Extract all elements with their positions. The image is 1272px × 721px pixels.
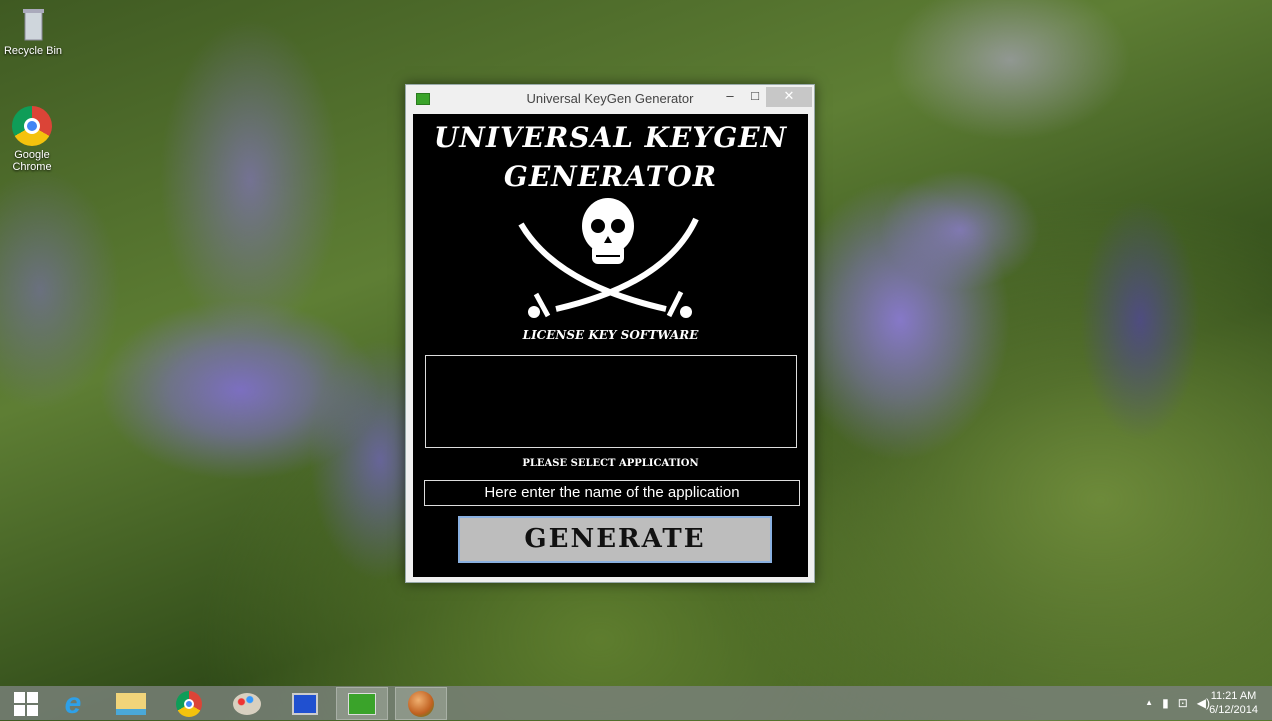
battery-icon[interactable]: ▮ [1162,696,1169,710]
show-hidden-icons-button[interactable]: ▲ [1145,696,1153,710]
windows-icon [14,691,38,716]
application-name-input[interactable]: Here enter the name of the application [424,480,800,506]
title-bar[interactable]: Universal KeyGen Generator – □ ✕ [406,85,814,113]
recycle-bin-icon [15,6,51,42]
window-title: Universal KeyGen Generator [526,91,694,106]
skull-crossed-swords-icon [518,198,699,318]
select-application-label: PLEASE SELECT APPLICATION [522,458,699,469]
clock-time: 11:21 AM [1210,690,1257,702]
key-output-box[interactable] [425,355,797,448]
paint-palette-icon [233,692,261,715]
clock[interactable]: 11:21 AM 6/12/2014 [1209,689,1258,717]
heading-line: UNIVERSAL KEYGEN [433,121,788,154]
app-orb-icon [408,690,434,717]
desktop-icon-chrome[interactable]: Google Chrome [0,106,64,173]
taskbar-keygen[interactable] [336,687,388,720]
desktop-icon-label: Google Chrome [12,149,52,173]
close-button[interactable]: ✕ [766,87,812,107]
keygen-panel: UNIVERSAL KEYGEN GENERATOR LICENSE KEY SO… [413,114,808,577]
remote-desktop-icon [292,692,318,715]
network-icon[interactable]: ⊡ [1178,696,1188,710]
desktop-icon-label: Recycle Bin [3,45,63,57]
start-button[interactable] [0,687,52,720]
subtitle: LICENSE KEY SOFTWARE [522,328,699,342]
folder-icon [116,692,146,715]
desktop-icon-recycle-bin[interactable]: Recycle Bin [1,6,65,57]
minimize-button[interactable]: – [716,87,744,107]
keygen-app-icon [348,692,376,715]
maximize-button[interactable]: □ [741,87,769,107]
volume-icon[interactable]: ◀) [1197,696,1210,710]
taskbar-file-explorer[interactable] [105,687,157,720]
taskbar-chrome[interactable] [163,687,215,720]
internet-explorer-icon: e [64,686,82,720]
keygen-window: Universal KeyGen Generator – □ ✕ UNIVERS… [405,84,815,583]
taskbar-internet-explorer[interactable]: e [47,687,99,720]
system-tray: ▲ ▮ ⊡ ◀) [1145,696,1210,710]
taskbar: e ▲ ▮ ⊡ ◀) 11:21 AM 6/12/2014 [0,686,1272,720]
app-icon [416,93,430,105]
taskbar-remote-desktop[interactable] [279,687,331,720]
clock-date: 6/12/2014 [1209,704,1258,716]
chrome-icon [176,690,202,717]
chrome-icon [12,106,52,146]
generate-button[interactable]: GENERATE [458,516,772,563]
app-heading: UNIVERSAL KEYGEN GENERATOR [413,118,808,196]
taskbar-paint[interactable] [221,687,273,720]
taskbar-app[interactable] [395,687,447,720]
heading-line: GENERATOR [503,160,718,193]
